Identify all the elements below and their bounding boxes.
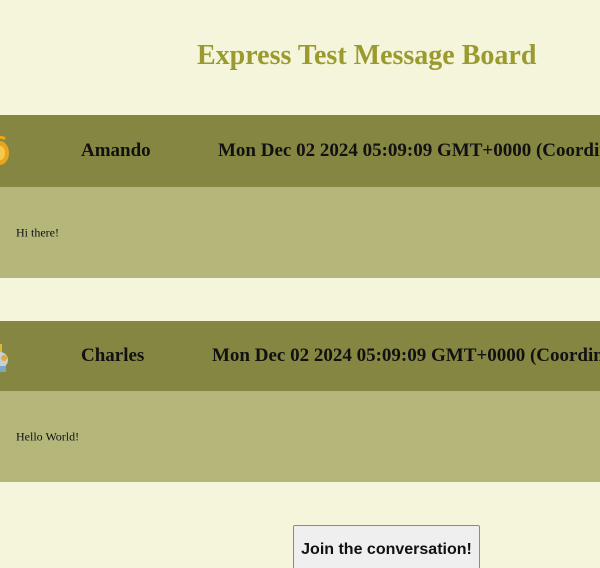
- message-card: Amando Mon Dec 02 2024 05:09:09 GMT+0000…: [0, 115, 600, 278]
- orange-cartoon-avatar-icon: [0, 131, 12, 171]
- message-author: Charles: [81, 345, 145, 366]
- join-conversation-button[interactable]: Join the conversation!: [293, 525, 480, 568]
- page-title: Express Test Message Board: [197, 40, 537, 71]
- message-text: Hello World!: [16, 429, 80, 443]
- message-author: Amando: [81, 140, 151, 161]
- message-header: Charles Mon Dec 02 2024 05:09:09 GMT+000…: [0, 321, 600, 391]
- message-header: Amando Mon Dec 02 2024 05:09:09 GMT+0000…: [0, 115, 600, 187]
- message-body: Hello World!: [0, 391, 600, 482]
- message-body: Hi there!: [0, 187, 600, 278]
- message-text: Hi there!: [16, 225, 59, 239]
- cartoon-character-avatar-icon: [0, 336, 14, 376]
- message-timestamp: Mon Dec 02 2024 05:09:09 GMT+0000 (Coord…: [218, 140, 600, 161]
- message-timestamp: Mon Dec 02 2024 05:09:09 GMT+0000 (Coord…: [212, 345, 600, 366]
- message-card: Charles Mon Dec 02 2024 05:09:09 GMT+000…: [0, 321, 600, 482]
